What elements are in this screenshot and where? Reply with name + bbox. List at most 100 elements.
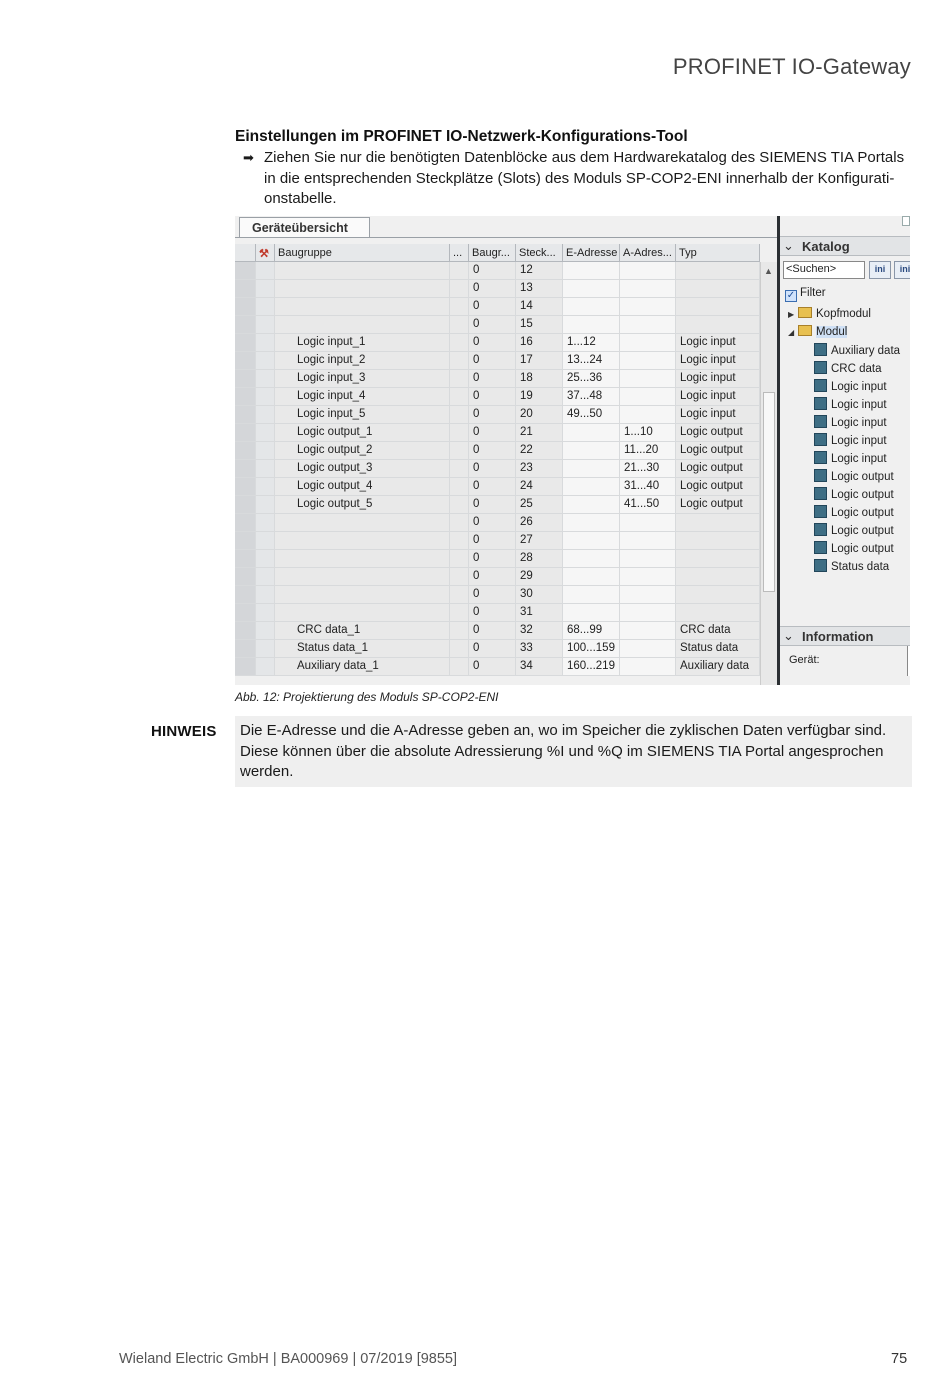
slot-cell: 23 xyxy=(516,460,563,477)
row-header[interactable] xyxy=(235,280,256,297)
table-row[interactable]: Logic input_5 0 20 49...50 Logic input xyxy=(235,406,760,424)
catalog-module-item[interactable]: Logic input xyxy=(814,397,887,411)
collapse-arrow-icon[interactable]: ◢ xyxy=(788,328,798,337)
vertical-scrollbar[interactable]: ▲ xyxy=(760,262,777,685)
table-row[interactable]: 0 28 xyxy=(235,550,760,568)
catalog-module-item[interactable]: Logic output xyxy=(814,505,894,519)
search-up-button[interactable]: ini xyxy=(894,261,910,279)
row-header[interactable] xyxy=(235,424,256,441)
catalog-module-item[interactable]: Logic input xyxy=(814,379,887,393)
input-address-cell: 160...219 xyxy=(563,658,620,675)
table-row[interactable]: Status data_1 0 33 100...159 Status data xyxy=(235,640,760,658)
row-header[interactable] xyxy=(235,658,256,675)
catalog-module-item[interactable]: Auxiliary data xyxy=(814,343,900,357)
row-header[interactable] xyxy=(235,550,256,567)
table-row[interactable]: Logic input_1 0 16 1...12 Logic input xyxy=(235,334,760,352)
row-header[interactable] xyxy=(235,442,256,459)
catalog-module-item[interactable]: Logic input xyxy=(814,415,887,429)
catalog-module-item[interactable]: Logic output xyxy=(814,523,894,537)
catalog-search-input[interactable]: <Suchen> xyxy=(783,261,865,279)
scrollbar-thumb[interactable] xyxy=(763,392,775,592)
column-header[interactable]: A-Adres... xyxy=(620,244,676,262)
slot-cell: 12 xyxy=(516,262,563,279)
table-row[interactable]: 0 15 xyxy=(235,316,760,334)
row-icon-cell xyxy=(256,388,275,405)
row-header[interactable] xyxy=(235,388,256,405)
row-header[interactable] xyxy=(235,640,256,657)
chevron-down-icon[interactable]: ⌄ xyxy=(783,628,794,644)
column-header[interactable]: Typ xyxy=(676,244,760,262)
table-row[interactable]: 0 30 xyxy=(235,586,760,604)
row-header[interactable] xyxy=(235,406,256,423)
extra-cell xyxy=(450,424,469,441)
table-row[interactable]: 0 13 xyxy=(235,280,760,298)
row-header[interactable] xyxy=(235,316,256,333)
column-header[interactable]: Baugruppe xyxy=(275,244,450,262)
tree-folder-modul[interactable]: ◢ Modul xyxy=(788,325,848,338)
row-header[interactable] xyxy=(235,334,256,351)
scroll-up-icon[interactable]: ▲ xyxy=(764,266,773,276)
row-header[interactable] xyxy=(235,496,256,513)
row-header[interactable] xyxy=(235,604,256,621)
table-row[interactable]: 0 29 xyxy=(235,568,760,586)
table-row[interactable]: Logic input_3 0 18 25...36 Logic input xyxy=(235,370,760,388)
row-header[interactable] xyxy=(235,514,256,531)
catalog-module-item[interactable]: Logic output xyxy=(814,541,894,555)
tree-folder-kopfmodul[interactable]: ▶ Kopfmodul xyxy=(788,307,871,320)
column-header[interactable]: ... xyxy=(450,244,469,262)
row-header[interactable] xyxy=(235,586,256,603)
table-row[interactable]: Logic output_3 0 23 21...30 Logic output xyxy=(235,460,760,478)
module-label: Logic output xyxy=(831,507,894,519)
row-header[interactable] xyxy=(235,532,256,549)
row-header[interactable] xyxy=(235,622,256,639)
rack-cell: 0 xyxy=(469,604,516,621)
row-header[interactable] xyxy=(235,568,256,585)
table-row[interactable]: Auxiliary data_1 0 34 160...219 Auxiliary da… xyxy=(235,658,760,676)
filter-checkbox[interactable]: ✓ Filter xyxy=(785,287,826,302)
table-row[interactable]: 0 14 xyxy=(235,298,760,316)
table-row[interactable]: Logic output_1 0 21 1...10 Logic output xyxy=(235,424,760,442)
filter-tools-icon[interactable]: ⚒ xyxy=(256,244,275,262)
module-name-cell: Logic output_4 xyxy=(275,478,450,495)
table-row[interactable]: 0 26 xyxy=(235,514,760,532)
extra-cell xyxy=(450,442,469,459)
catalog-module-item[interactable]: Logic output xyxy=(814,487,894,501)
chevron-down-icon[interactable]: ⌄ xyxy=(783,238,794,254)
search-down-button[interactable]: ini xyxy=(869,261,891,279)
column-header[interactable]: Steck... xyxy=(516,244,563,262)
checkbox-icon[interactable]: ✓ xyxy=(785,290,797,302)
module-label: Logic input xyxy=(831,381,887,393)
rack-cell: 0 xyxy=(469,406,516,423)
catalog-header[interactable]: ⌄ Katalog xyxy=(780,236,910,256)
catalog-module-item[interactable]: Logic output xyxy=(814,469,894,483)
table-row[interactable]: Logic output_4 0 24 31...40 Logic output xyxy=(235,478,760,496)
slot-cell: 26 xyxy=(516,514,563,531)
rack-cell: 0 xyxy=(469,658,516,675)
column-header[interactable]: Baugr... xyxy=(469,244,516,262)
tab-device-overview[interactable]: Geräteübersicht xyxy=(239,217,370,238)
row-header[interactable] xyxy=(235,262,256,279)
figure-caption: Abb. 12: Projektierung des Moduls SP-COP… xyxy=(235,690,499,704)
device-overview-screenshot: Geräteübersicht ⚒ Baugruppe... Baugr... Ste… xyxy=(235,216,910,685)
information-header[interactable]: ⌄ Information xyxy=(780,626,910,646)
table-row[interactable]: 0 12 xyxy=(235,262,760,280)
table-row[interactable]: 0 31 xyxy=(235,604,760,622)
table-row[interactable]: Logic input_4 0 19 37...48 Logic input xyxy=(235,388,760,406)
expand-arrow-icon[interactable]: ▶ xyxy=(788,310,798,319)
row-header[interactable] xyxy=(235,370,256,387)
row-header[interactable] xyxy=(235,298,256,315)
catalog-module-item[interactable]: Logic input xyxy=(814,433,887,447)
slot-cell: 27 xyxy=(516,532,563,549)
catalog-module-item[interactable]: Logic input xyxy=(814,451,887,465)
table-row[interactable]: 0 27 xyxy=(235,532,760,550)
catalog-module-item[interactable]: CRC data xyxy=(814,361,882,375)
table-row[interactable]: Logic output_2 0 22 11...20 Logic output xyxy=(235,442,760,460)
row-header[interactable] xyxy=(235,460,256,477)
table-row[interactable]: Logic output_5 0 25 41...50 Logic output xyxy=(235,496,760,514)
table-row[interactable]: Logic input_2 0 17 13...24 Logic input xyxy=(235,352,760,370)
catalog-module-item[interactable]: Status data xyxy=(814,559,889,573)
row-header[interactable] xyxy=(235,478,256,495)
row-header[interactable] xyxy=(235,352,256,369)
column-header[interactable]: E-Adresse xyxy=(563,244,620,262)
table-row[interactable]: CRC data_1 0 32 68...99 CRC data xyxy=(235,622,760,640)
